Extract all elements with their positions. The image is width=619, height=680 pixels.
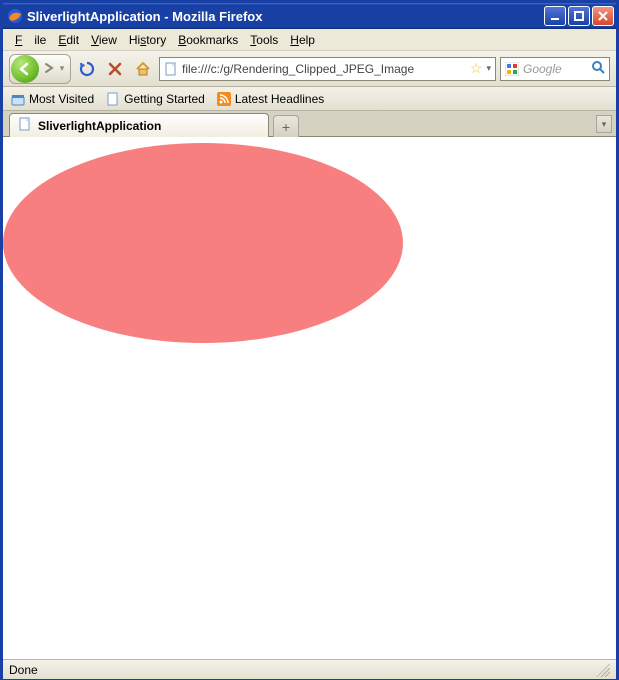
menu-help[interactable]: Help bbox=[284, 31, 321, 49]
home-button[interactable] bbox=[131, 57, 155, 81]
google-icon bbox=[505, 62, 519, 76]
rss-icon bbox=[217, 92, 231, 106]
menu-edit[interactable]: Edit bbox=[52, 31, 85, 49]
bookmark-getting-started[interactable]: Getting Started bbox=[106, 92, 205, 106]
page-content bbox=[3, 137, 616, 659]
list-all-tabs-button[interactable]: ▾ bbox=[596, 115, 612, 133]
window-titlebar: SliverlightApplication - Mozilla Firefox bbox=[3, 3, 616, 29]
forward-button[interactable] bbox=[41, 61, 57, 77]
tab-label: SliverlightApplication bbox=[38, 119, 161, 133]
tab-strip: SliverlightApplication + ▾ bbox=[3, 111, 616, 137]
stop-button[interactable] bbox=[103, 57, 127, 81]
new-tab-button[interactable]: + bbox=[273, 115, 299, 137]
new-tab-label: + bbox=[282, 119, 290, 135]
resize-grip-icon[interactable] bbox=[596, 663, 610, 677]
menu-tools[interactable]: Tools bbox=[244, 31, 284, 49]
search-go-icon[interactable] bbox=[591, 60, 605, 77]
url-bar[interactable]: file:///c:/g/Rendering_Clipped_JPEG_Imag… bbox=[159, 57, 496, 81]
navigation-toolbar: ▾ file:///c:/g/Rendering_Clipped_JPEG_Im… bbox=[3, 51, 616, 87]
status-bar: Done bbox=[3, 659, 616, 679]
status-text: Done bbox=[9, 663, 38, 677]
page-icon bbox=[164, 62, 178, 76]
back-button[interactable] bbox=[11, 55, 39, 83]
url-text: file:///c:/g/Rendering_Clipped_JPEG_Imag… bbox=[182, 62, 466, 76]
menubar: File Edit View History Bookmarks Tools H… bbox=[3, 29, 616, 51]
menu-history[interactable]: History bbox=[123, 31, 172, 49]
bookmark-most-visited[interactable]: Most Visited bbox=[11, 92, 94, 106]
back-forward-group: ▾ bbox=[9, 54, 71, 84]
tab-active[interactable]: SliverlightApplication bbox=[9, 113, 269, 137]
search-placeholder: Google bbox=[523, 62, 587, 76]
history-dropdown-icon[interactable]: ▾ bbox=[57, 63, 67, 74]
page-icon bbox=[106, 92, 120, 106]
bookmarks-toolbar: Most Visited Getting Started Latest Head… bbox=[3, 87, 616, 111]
minimize-button[interactable] bbox=[544, 6, 566, 26]
window-title: SliverlightApplication - Mozilla Firefox bbox=[27, 9, 262, 24]
menu-file[interactable]: File bbox=[9, 31, 52, 49]
silverlight-ellipse bbox=[3, 143, 403, 343]
most-visited-icon bbox=[11, 92, 25, 106]
menu-bookmarks[interactable]: Bookmarks bbox=[172, 31, 244, 49]
maximize-button[interactable] bbox=[568, 6, 590, 26]
page-icon bbox=[18, 117, 32, 134]
bookmark-label: Latest Headlines bbox=[235, 92, 324, 106]
bookmark-latest-headlines[interactable]: Latest Headlines bbox=[217, 92, 324, 106]
url-dropdown-icon[interactable]: ▾ bbox=[486, 63, 491, 74]
bookmark-star-icon[interactable]: ☆ bbox=[470, 60, 483, 77]
window-buttons bbox=[544, 6, 614, 26]
bookmark-label: Getting Started bbox=[124, 92, 205, 106]
menu-view[interactable]: View bbox=[85, 31, 123, 49]
bookmark-label: Most Visited bbox=[29, 92, 94, 106]
firefox-icon bbox=[7, 8, 23, 24]
reload-button[interactable] bbox=[75, 57, 99, 81]
close-button[interactable] bbox=[592, 6, 614, 26]
search-bar[interactable]: Google bbox=[500, 57, 610, 81]
